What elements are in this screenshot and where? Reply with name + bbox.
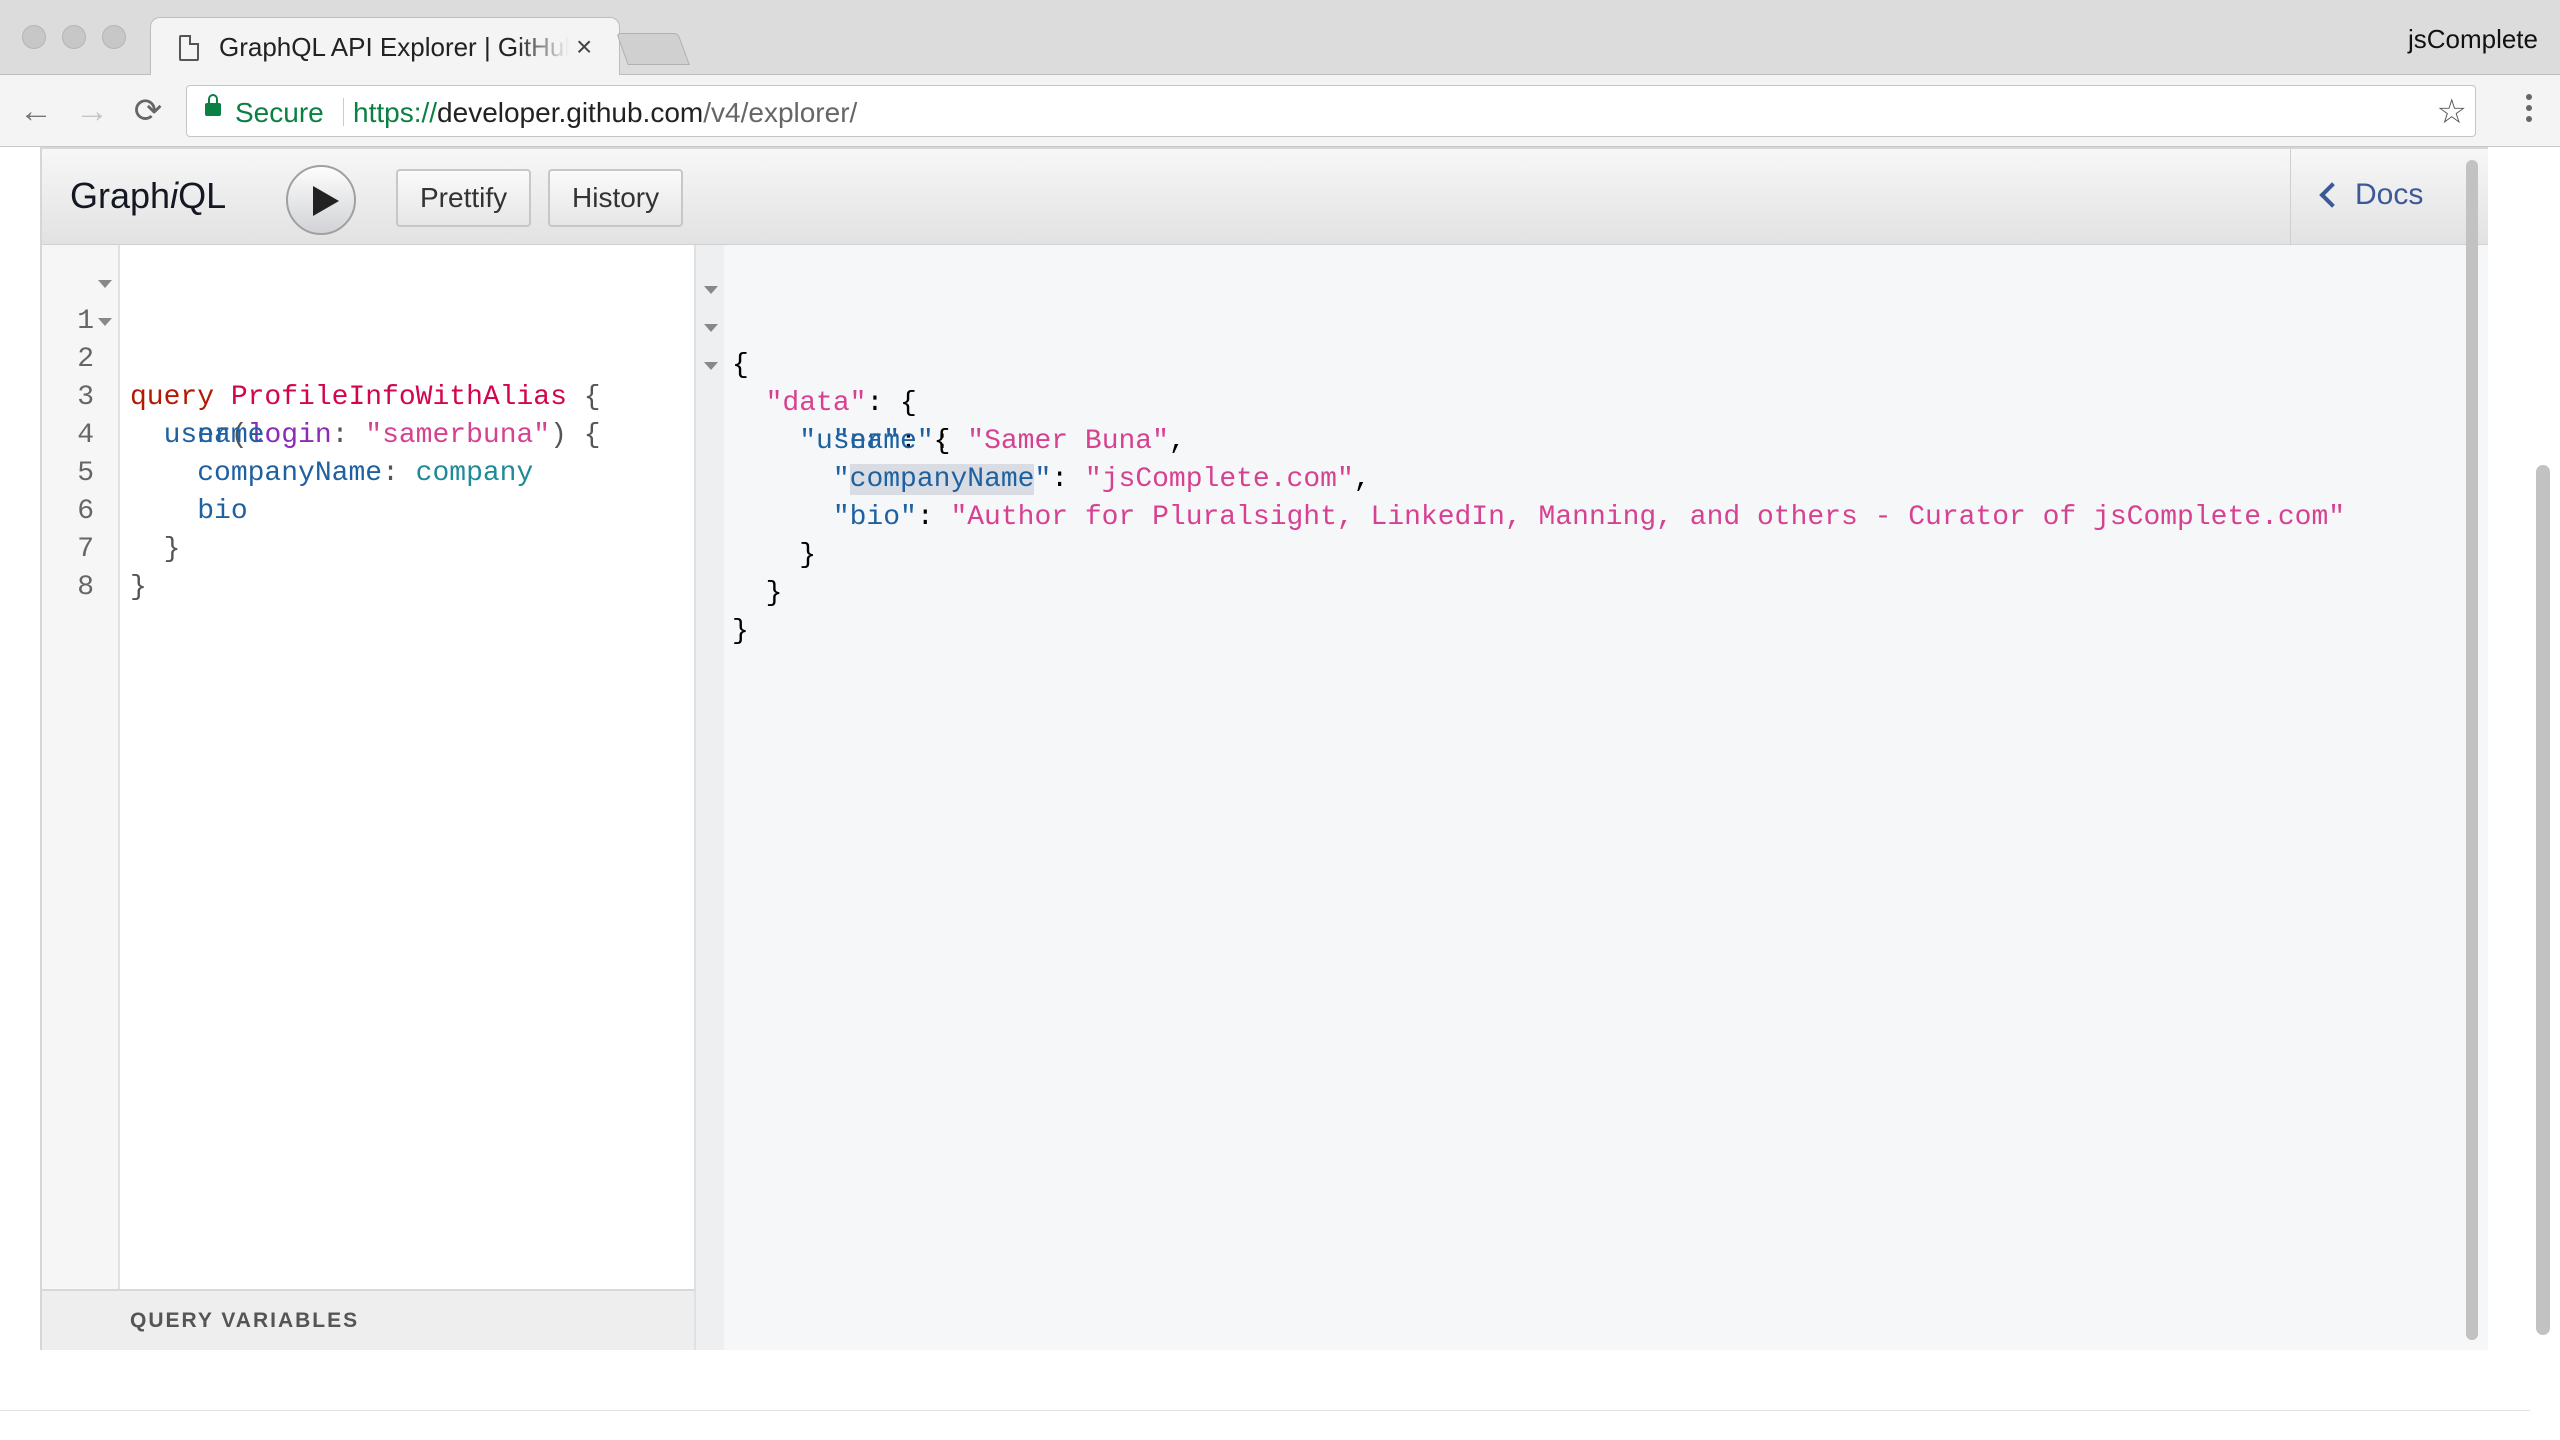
query-variables-header[interactable]: QUERY VARIABLES (42, 1289, 696, 1350)
fold-arrow-icon[interactable] (98, 280, 112, 288)
graphiql-logo-prefix: Graph (70, 175, 171, 216)
bookmark-star-icon[interactable]: ☆ (2437, 92, 2467, 132)
code-line[interactable]: 8 (42, 531, 692, 603)
json-value-name: "Samer Buna" (967, 426, 1169, 457)
colon: : (933, 426, 968, 457)
execute-query-play-icon[interactable] (286, 165, 356, 235)
url-scheme: https:// (353, 97, 438, 128)
query-editor[interactable]: 1 query ProfileInfoWithAlias { 2 user(lo… (42, 245, 696, 1289)
comma: , (1168, 426, 1186, 457)
graphiql-logo: GraphiQL (70, 175, 226, 217)
line-number: 8 (77, 572, 94, 603)
json-key-company-name-highlighted: companyName (849, 464, 1035, 495)
fold-arrow-icon[interactable] (704, 324, 718, 332)
page-scrollbar[interactable] (2536, 465, 2550, 1335)
quote: " (1034, 464, 1052, 495)
prettify-button[interactable]: Prettify (396, 169, 532, 227)
url-host: developer.github.com (437, 97, 704, 128)
comma: , (1353, 464, 1371, 495)
zoom-window-button[interactable] (102, 25, 126, 49)
code-line[interactable]: 3 name (42, 341, 692, 451)
code-line[interactable]: 2 user(login: "samerbuna") { (42, 303, 692, 451)
graphiql-logo-italic: i (170, 175, 179, 216)
result-line: "name": "Samer Buna", (696, 385, 1186, 457)
back-arrow-icon[interactable]: ← (14, 89, 58, 133)
chevron-left-icon (2319, 182, 2345, 208)
brace: { (900, 388, 917, 419)
graphiql-logo-suffix: QL (178, 175, 227, 216)
minimize-window-button[interactable] (62, 25, 86, 49)
security-label[interactable]: Secure (235, 97, 324, 129)
close-window-button[interactable] (22, 25, 46, 49)
address-bar[interactable]: Secure https://developer.github.com/v4/e… (186, 85, 2476, 137)
colon: : (916, 502, 951, 533)
browser-toolbar: ← → ⟳ Secure https://developer.github.co… (0, 75, 2560, 147)
code-line[interactable]: 1 query ProfileInfoWithAlias { (42, 265, 692, 413)
result-line: "user": { (696, 347, 950, 457)
lock-icon (205, 94, 221, 116)
colon: : (866, 388, 901, 419)
graphiql-topbar: GraphiQL Prettify History Docs (42, 149, 2488, 245)
result-line: } (696, 537, 797, 609)
browser-menu-icon[interactable] (2514, 91, 2544, 131)
query-variables-label: QUERY VARIABLES (130, 1309, 360, 1332)
new-tab-button[interactable] (616, 33, 690, 65)
browser-tab-active[interactable]: GraphQL API Explorer | GitHub × (150, 17, 620, 75)
quote: " (832, 464, 850, 495)
code-line[interactable]: 4 companyName: company (42, 379, 692, 489)
result-line: } (696, 575, 797, 647)
tab-title: GraphQL API Explorer | GitHub (219, 32, 569, 62)
reload-icon[interactable]: ⟳ (126, 89, 170, 133)
result-line: "companyName": "jsComplete.com", (696, 423, 1371, 495)
url-path: /v4/explorer/ (703, 97, 858, 128)
json-key-bio: "bio" (832, 502, 917, 533)
result-line: "data": { (696, 309, 917, 419)
brace: } (799, 540, 817, 571)
graphiql-container: GraphiQL Prettify History Docs 1 query P… (40, 147, 2488, 1350)
address-divider (343, 98, 344, 126)
fold-arrow-icon[interactable] (98, 318, 112, 326)
result-viewer[interactable]: { "data": { "user": { "name": "Samer Bun… (696, 245, 2488, 1350)
url-text[interactable]: https://developer.github.com/v4/explorer… (353, 97, 857, 129)
code-line[interactable]: 6 } (42, 455, 692, 565)
graphiql-scrollbar[interactable] (2466, 160, 2478, 1340)
docs-button[interactable]: Docs (2290, 149, 2488, 244)
json-value-bio: "Author for Pluralsight, LinkedIn, Manni… (950, 502, 2346, 533)
profile-name[interactable]: jsComplete (2408, 24, 2538, 55)
json-value-company: "jsComplete.com" (1084, 464, 1354, 495)
code-line[interactable]: 5 bio (42, 417, 692, 527)
json-key-name: "name" (832, 426, 934, 457)
brace: } (732, 616, 749, 647)
history-button[interactable]: History (548, 169, 684, 227)
fold-arrow-icon[interactable] (704, 362, 718, 370)
docs-label: Docs (2355, 178, 2424, 211)
tab-close-icon[interactable]: × (576, 31, 592, 63)
page-icon (179, 35, 199, 61)
result-line: { (696, 271, 797, 381)
page-divider (0, 1410, 2530, 1411)
result-line: } (696, 499, 816, 571)
code-line[interactable]: 7 } (42, 493, 692, 603)
forward-arrow-icon[interactable]: → (70, 89, 114, 133)
colon: : (1051, 464, 1085, 495)
result-line: "bio": "Author for Pluralsight, LinkedIn… (696, 461, 2345, 533)
browser-titlebar: GraphQL API Explorer | GitHub × jsComple… (0, 0, 2560, 75)
fold-arrow-icon[interactable] (704, 286, 718, 294)
